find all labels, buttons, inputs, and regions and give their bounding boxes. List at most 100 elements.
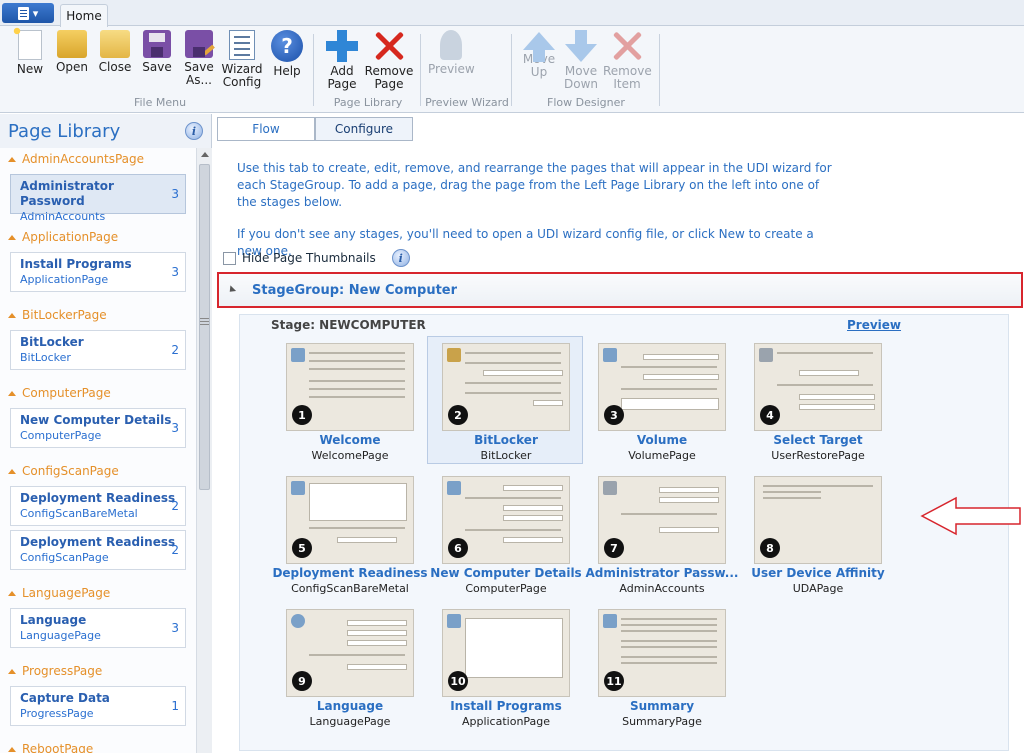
page-card-user-device-affinity[interactable]: 8 User Device Affinity UDAPage <box>739 469 895 597</box>
stage-label: Stage: NEWCOMPUTER <box>271 318 426 332</box>
open-folder-icon <box>57 30 87 58</box>
usage-count: 3 <box>171 421 179 435</box>
usage-count: 2 <box>171 543 179 557</box>
save-as-button[interactable]: Save As... <box>177 30 221 94</box>
page-card-title: New Computer Details <box>430 566 582 580</box>
add-icon <box>326 30 358 62</box>
step-number-badge: 1 <box>292 405 312 425</box>
page-card-select-target[interactable]: 4 Select Target UserRestorePage <box>739 336 895 464</box>
preview-icon <box>440 30 462 60</box>
move-down-icon <box>565 30 597 62</box>
help-icon: ? <box>271 30 303 62</box>
page-card-welcome[interactable]: 1 Welcome WelcomePage <box>271 336 427 464</box>
step-number-badge: 11 <box>604 671 624 691</box>
collapse-triangle-icon <box>8 156 16 162</box>
page-card-volume[interactable]: 3 Volume VolumePage <box>583 336 739 464</box>
save-button[interactable]: Save <box>135 30 179 94</box>
group-label-preview-wizard: Preview Wizard <box>425 96 509 109</box>
collapse-triangle-icon <box>8 312 16 318</box>
remove-item-button[interactable]: Remove Item <box>603 30 652 94</box>
page-card-install-programs[interactable]: 10 Install Programs ApplicationPage <box>427 602 583 730</box>
info-icon[interactable]: i <box>185 122 203 140</box>
step-number-badge: 5 <box>292 538 312 558</box>
group-separator <box>420 34 421 106</box>
library-item[interactable]: Install Programs ApplicationPage 3 <box>10 252 186 292</box>
library-item[interactable]: BitLocker BitLocker 2 <box>10 330 186 370</box>
panel-splitter-grip[interactable] <box>200 318 209 326</box>
info-icon[interactable]: i <box>391 249 410 267</box>
page-card-title: Welcome <box>319 433 381 447</box>
remove-icon <box>373 30 405 62</box>
open-button[interactable]: Open <box>50 30 94 94</box>
preview-button[interactable]: Preview <box>428 30 475 94</box>
library-item[interactable]: Deployment Readiness ConfigScanPage 2 <box>10 530 186 570</box>
scroll-up-arrow-icon[interactable] <box>201 152 209 157</box>
scrollbar-thumb[interactable] <box>199 164 210 490</box>
main-tabs: Flow Configure <box>217 117 413 141</box>
page-card-title: BitLocker <box>474 433 538 447</box>
library-item[interactable]: Capture Data ProgressPage 1 <box>10 686 186 726</box>
page-card-new-computer-details[interactable]: 6 New Computer Details ComputerPage <box>427 469 583 597</box>
collapse-triangle-icon <box>8 590 16 596</box>
library-item[interactable]: New Computer Details ComputerPage 3 <box>10 408 186 448</box>
close-button[interactable]: Close <box>93 30 137 94</box>
new-file-icon <box>11 25 42 60</box>
group-label-file-menu: File Menu <box>133 96 187 109</box>
library-item[interactable]: Administrator Password AdminAccounts 3 <box>10 174 186 223</box>
step-number-badge: 2 <box>448 405 468 425</box>
collapse-triangle-icon <box>8 746 16 752</box>
page-card-type: SummaryPage <box>622 715 702 728</box>
page-card-type: LanguagePage <box>309 715 391 728</box>
library-item[interactable]: Language LanguagePage 3 <box>10 608 186 648</box>
category-applicationpage[interactable]: ApplicationPage <box>0 226 196 248</box>
group-separator <box>313 34 314 106</box>
usage-count: 3 <box>171 621 179 635</box>
stage-group-header[interactable]: StageGroup: New Computer <box>217 272 1023 308</box>
wizard-config-button[interactable]: Wizard Config <box>220 30 264 94</box>
application-menu-button[interactable]: ▾ <box>2 3 54 23</box>
page-card-summary[interactable]: 11 Summary SummaryPage <box>583 602 739 730</box>
category-rebootpage[interactable]: RebootPage <box>0 738 196 753</box>
step-number-badge: 9 <box>292 671 312 691</box>
group-separator <box>511 34 512 106</box>
close-folder-icon <box>100 30 130 58</box>
hide-thumbnails-option[interactable]: Hide Page Thumbnails i <box>223 249 410 267</box>
page-card-type: UserRestorePage <box>771 449 865 462</box>
usage-count: 3 <box>171 265 179 279</box>
hide-thumbnails-checkbox[interactable] <box>223 251 236 265</box>
tab-home[interactable]: Home <box>60 4 108 27</box>
move-up-icon <box>523 32 555 62</box>
category-languagepage[interactable]: LanguagePage <box>0 582 196 604</box>
document-icon <box>17 6 29 20</box>
remove-page-button[interactable]: Remove Page <box>364 30 414 94</box>
expand-collapse-icon[interactable] <box>226 285 237 295</box>
callout-arrow-icon <box>920 496 1021 536</box>
page-card-language[interactable]: 9 Language LanguagePage <box>271 602 427 730</box>
page-card-administrator-password[interactable]: 7 Administrator Passw... AdminAccounts <box>583 469 739 597</box>
step-number-badge: 3 <box>604 405 624 425</box>
page-library-header: Page Library i <box>0 114 211 148</box>
new-button[interactable]: New <box>8 25 52 94</box>
category-progresspage[interactable]: ProgressPage <box>0 660 196 682</box>
page-card-type: BitLocker <box>480 449 532 462</box>
preview-link[interactable]: Preview <box>847 318 901 332</box>
group-label-page-library: Page Library <box>333 96 403 109</box>
category-bitlockerpage[interactable]: BitLockerPage <box>0 304 196 326</box>
move-down-button[interactable]: Move Down <box>559 30 603 94</box>
page-card-title: Administrator Passw... <box>585 566 739 580</box>
tab-flow[interactable]: Flow <box>217 117 315 141</box>
category-computerpage[interactable]: ComputerPage <box>0 382 196 404</box>
page-card-title: Install Programs <box>450 699 562 713</box>
tab-configure[interactable]: Configure <box>315 117 413 141</box>
library-scrollbar[interactable] <box>196 148 212 753</box>
add-page-button[interactable]: Add Page <box>320 30 364 94</box>
move-up-button[interactable]: Move Up <box>517 30 561 94</box>
help-button[interactable]: ? Help <box>265 30 309 94</box>
category-adminaccountspage[interactable]: AdminAccountsPage <box>0 148 196 170</box>
page-card-type: ConfigScanBareMetal <box>291 582 409 595</box>
page-card-deployment-readiness[interactable]: 5 Deployment Readiness ConfigScanBareMet… <box>271 469 428 597</box>
library-item[interactable]: Deployment Readiness ConfigScanBareMetal… <box>10 486 186 526</box>
page-library-title: Page Library <box>8 120 121 142</box>
category-configscanpage[interactable]: ConfigScanPage <box>0 460 196 482</box>
page-card-bitlocker[interactable]: 2 BitLocker BitLocker <box>427 336 583 464</box>
